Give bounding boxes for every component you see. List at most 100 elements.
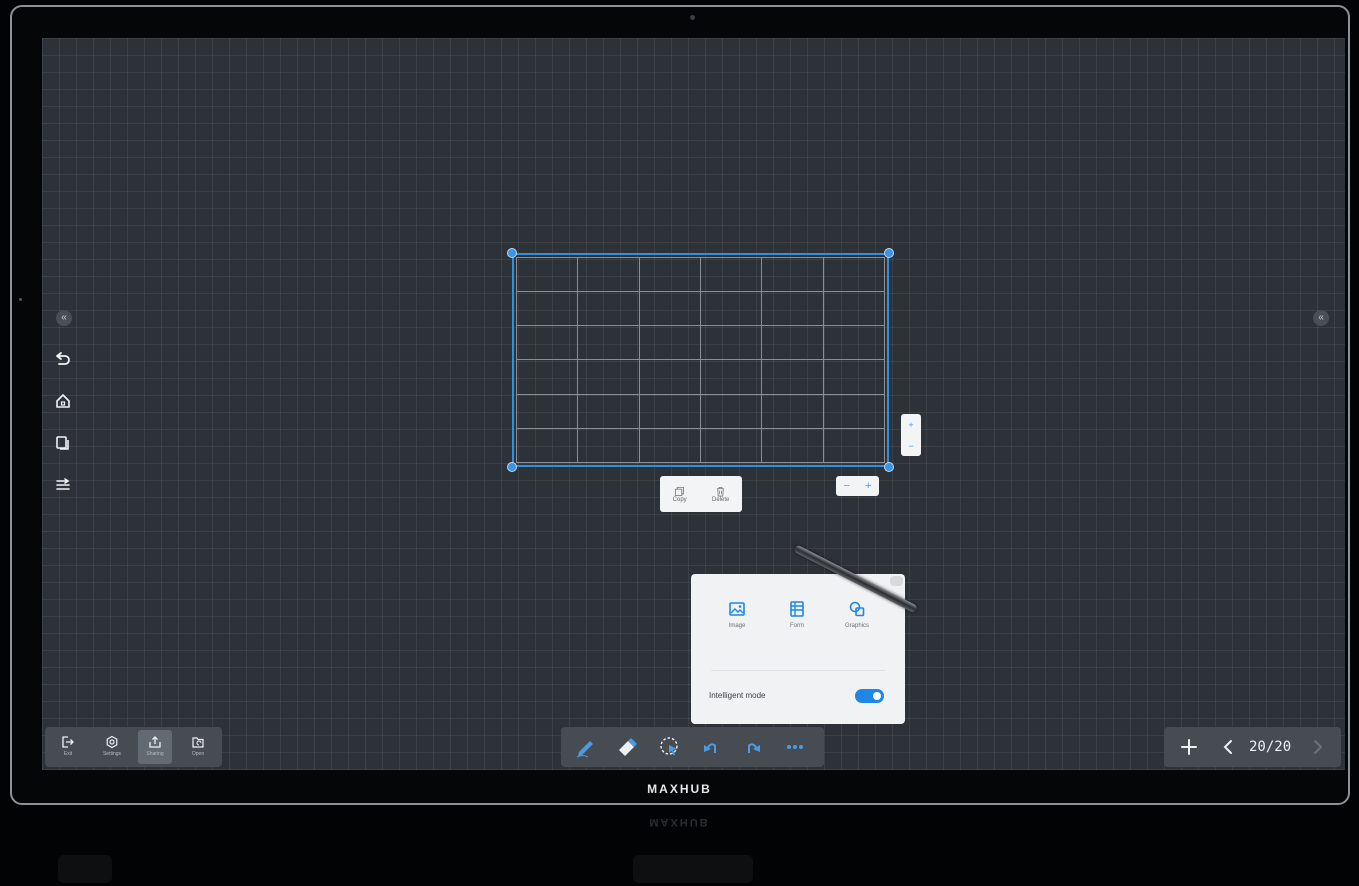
- table-cell[interactable]: [822, 291, 886, 327]
- next-page-button[interactable]: [1310, 737, 1326, 757]
- brand-logo: MAXHUB: [647, 782, 712, 796]
- delete-button[interactable]: Delete: [712, 486, 729, 503]
- image-label: Image: [728, 623, 746, 629]
- table-cell[interactable]: [761, 427, 824, 464]
- chevron-left-icon: [1223, 740, 1232, 754]
- table-cell[interactable]: [699, 359, 763, 395]
- eraser-icon: [619, 738, 637, 756]
- table-cell[interactable]: [822, 393, 886, 429]
- table-cell[interactable]: [515, 359, 579, 395]
- copy-button[interactable]: Copy: [673, 486, 687, 503]
- settings-icon: [106, 735, 118, 749]
- drawing-toolbar: [561, 727, 824, 767]
- table-row: [515, 427, 886, 464]
- sharing-button[interactable]: Sharing: [138, 730, 172, 764]
- resize-handle-bottom-right[interactable]: [884, 462, 894, 472]
- column-resize-control[interactable]: − +: [836, 476, 879, 496]
- table-cell[interactable]: [515, 427, 579, 464]
- camera-dot: [690, 15, 695, 20]
- table-grid: [515, 256, 886, 464]
- resize-handle-top-right[interactable]: [884, 248, 894, 258]
- page-navigation: 20/20: [1164, 727, 1341, 767]
- plus-icon: [1181, 739, 1197, 755]
- page-indicator: 20/20: [1249, 739, 1292, 755]
- left-panel-collapse-button[interactable]: «: [56, 310, 72, 326]
- graphics-label: Graphics: [844, 623, 869, 629]
- table-cell[interactable]: [638, 325, 701, 361]
- exit-label: Exit: [63, 751, 73, 757]
- intelligent-mode-toggle[interactable]: [855, 689, 884, 703]
- table-cell[interactable]: [515, 325, 579, 361]
- selected-table-object[interactable]: [512, 253, 889, 467]
- table-cell[interactable]: [761, 393, 824, 429]
- table-cell[interactable]: [515, 291, 579, 327]
- exit-button[interactable]: Exit: [51, 730, 85, 764]
- previous-page-button[interactable]: [1220, 737, 1236, 757]
- table-cell[interactable]: [822, 325, 886, 361]
- table-row: [515, 393, 886, 429]
- table-cell[interactable]: [699, 427, 763, 464]
- table-cell[interactable]: [577, 325, 640, 361]
- table-row: [515, 325, 886, 361]
- remove-column-button[interactable]: −: [844, 480, 850, 492]
- table-cell[interactable]: [638, 256, 701, 293]
- share-icon: [149, 736, 161, 748]
- settings-button[interactable]: Settings: [95, 730, 129, 764]
- reflection-shape: [58, 855, 112, 883]
- sensor-dot: [19, 298, 22, 301]
- menu-list-icon[interactable]: [54, 476, 72, 494]
- select-icon: [660, 737, 678, 756]
- table-cell[interactable]: [577, 359, 640, 395]
- reflection-shape: [633, 855, 753, 883]
- table-cell[interactable]: [515, 393, 579, 429]
- table-cell[interactable]: [822, 427, 886, 464]
- table-cell[interactable]: [638, 359, 701, 395]
- table-row: [515, 359, 886, 395]
- table-cell[interactable]: [699, 393, 763, 429]
- table-cell[interactable]: [761, 256, 824, 293]
- add-row-button[interactable]: +: [908, 420, 913, 430]
- open-label: Open: [191, 751, 205, 757]
- select-tool-button[interactable]: [658, 735, 684, 759]
- table-cell[interactable]: [761, 291, 824, 327]
- insert-graphics-button[interactable]: Graphics: [827, 600, 887, 629]
- open-button[interactable]: Open: [181, 730, 215, 764]
- resize-handle-top-left[interactable]: [507, 248, 517, 258]
- add-column-button[interactable]: +: [865, 480, 871, 492]
- table-cell[interactable]: [577, 256, 640, 293]
- resize-handle-bottom-left[interactable]: [507, 462, 517, 472]
- home-icon[interactable]: [54, 392, 72, 410]
- undo-button[interactable]: [699, 735, 725, 759]
- table-cell[interactable]: [638, 427, 701, 464]
- table-cell[interactable]: [822, 256, 886, 293]
- row-resize-control[interactable]: + −: [901, 414, 921, 456]
- pages-icon[interactable]: [54, 434, 72, 452]
- table-cell[interactable]: [515, 256, 579, 293]
- insert-image-button[interactable]: Image: [707, 600, 767, 629]
- remove-row-button[interactable]: −: [908, 441, 913, 451]
- more-button[interactable]: [783, 735, 809, 759]
- form-label: Form: [790, 623, 804, 629]
- add-page-button[interactable]: [1178, 736, 1200, 758]
- table-cell[interactable]: [699, 325, 763, 361]
- redo-button[interactable]: [741, 735, 767, 759]
- table-cell[interactable]: [577, 393, 640, 429]
- table-cell[interactable]: [822, 359, 886, 395]
- copy-icon: [675, 486, 685, 496]
- pen-tool-button[interactable]: [574, 735, 600, 759]
- whiteboard-canvas[interactable]: « « + − − + Copy Delete Image Form Graph…: [42, 38, 1345, 770]
- table-cell[interactable]: [761, 325, 824, 361]
- right-panel-collapse-button[interactable]: «: [1313, 310, 1329, 326]
- table-cell[interactable]: [577, 427, 640, 464]
- table-cell[interactable]: [761, 359, 824, 395]
- table-cell[interactable]: [577, 291, 640, 327]
- stylus-clip: [890, 576, 903, 586]
- table-cell[interactable]: [638, 393, 701, 429]
- insert-form-button[interactable]: Form: [767, 600, 827, 629]
- table-cell[interactable]: [638, 291, 701, 327]
- table-cell[interactable]: [699, 291, 763, 327]
- eraser-tool-button[interactable]: [615, 735, 641, 759]
- back-icon[interactable]: [54, 350, 72, 368]
- trash-icon: [716, 486, 725, 496]
- table-cell[interactable]: [699, 256, 763, 293]
